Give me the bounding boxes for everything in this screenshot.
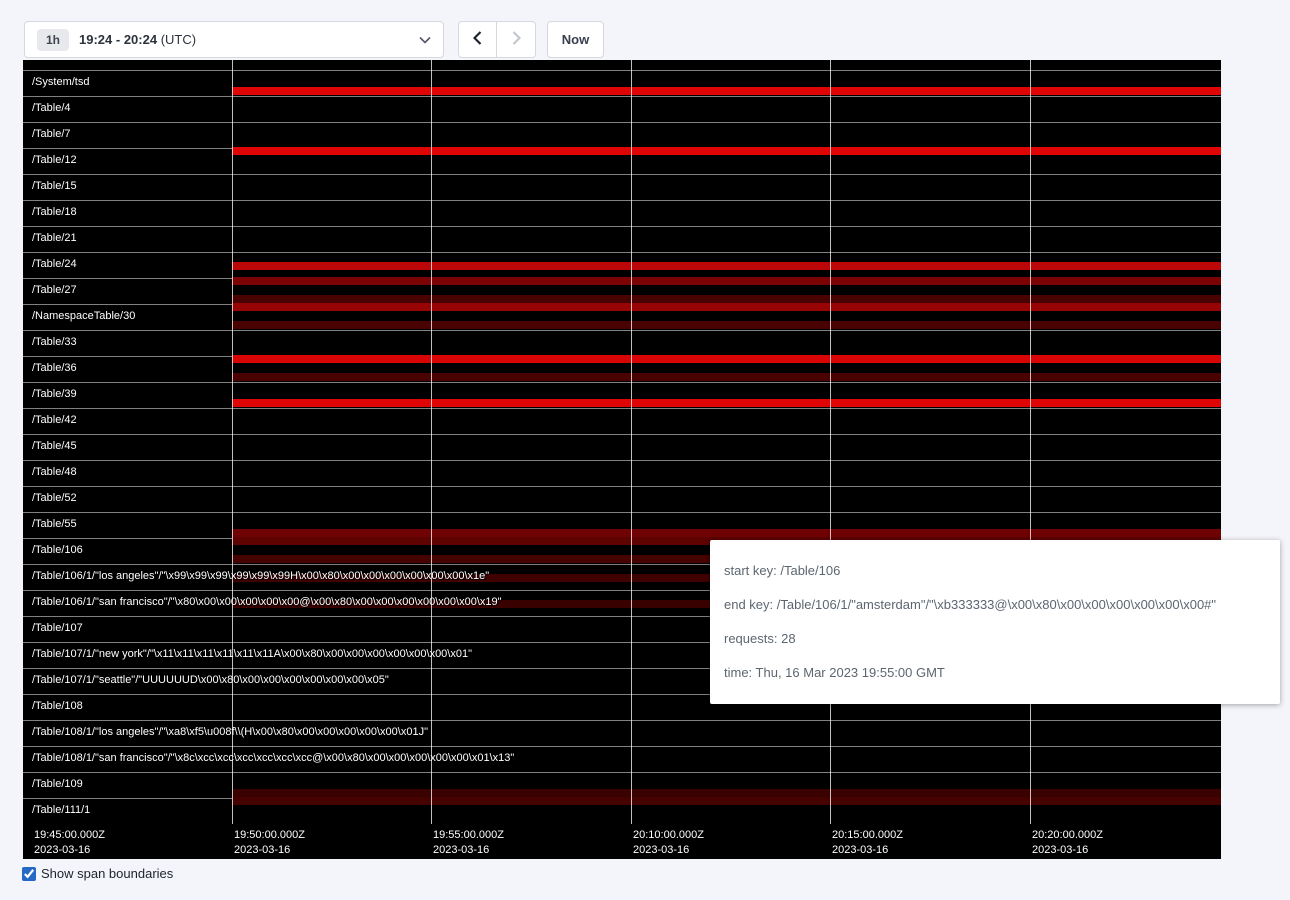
heatmap-row-label: /Table/111/1 <box>32 804 90 816</box>
range-duration-badge: 1h <box>37 29 69 51</box>
heatmap-row[interactable]: /Table/109 <box>23 772 1221 798</box>
time-gridline <box>232 60 233 824</box>
heatmap-row[interactable]: /Table/7 <box>23 122 1221 148</box>
hot-span-band[interactable] <box>232 321 1221 329</box>
heatmap-row-label: /Table/39 <box>32 388 77 400</box>
heatmap-row[interactable]: /Table/36 <box>23 356 1221 382</box>
heatmap-row-label: /Table/15 <box>32 180 77 192</box>
chevron-down-icon <box>419 36 431 44</box>
heatmap-row[interactable]: /Table/21 <box>23 226 1221 252</box>
time-gridline <box>631 60 632 824</box>
heatmap-row-label: /Table/108/1/"los angeles"/"\xa8\xf5\u00… <box>32 726 428 738</box>
heatmap-row-label: /Table/27 <box>32 284 77 296</box>
time-gridline <box>431 60 432 824</box>
toolbar: 1h 19:24 - 20:24 (UTC) Now <box>24 21 604 58</box>
time-gridline <box>1030 60 1031 824</box>
span-tooltip: start key: /Table/106 end key: /Table/106… <box>710 540 1280 704</box>
show-span-boundaries[interactable]: Show span boundaries <box>22 866 173 881</box>
heatmap-row[interactable]: /NamespaceTable/30 <box>23 304 1221 330</box>
heatmap-row-label: /Table/24 <box>32 258 77 270</box>
now-button[interactable]: Now <box>547 21 604 58</box>
heatmap-row-label: /Table/21 <box>32 232 77 244</box>
hot-span-band[interactable] <box>232 147 1221 155</box>
hot-span-band[interactable] <box>232 277 1221 285</box>
hot-span-band[interactable] <box>232 789 1221 797</box>
prev-range-button[interactable] <box>458 21 497 58</box>
heatmap-row[interactable]: /Table/45 <box>23 434 1221 460</box>
x-axis-tick: 20:10:00.000Z2023-03-16 <box>633 828 704 858</box>
tooltip-line: time: Thu, 16 Mar 2023 19:55:00 GMT <box>724 662 1266 684</box>
hot-span-band[interactable] <box>232 373 1221 381</box>
heatmap-row-label: /Table/42 <box>32 414 77 426</box>
heatmap-row[interactable]: /Table/52 <box>23 486 1221 512</box>
tooltip-line: end key: /Table/106/1/"amsterdam"/"\xb33… <box>724 594 1266 616</box>
heatmap-row-label: /Table/55 <box>32 518 77 530</box>
heatmap-row-label: /Table/106 <box>32 544 83 556</box>
heatmap-row-label: /Table/18 <box>32 206 77 218</box>
next-range-button[interactable] <box>497 21 536 58</box>
heatmap-row-label: /NamespaceTable/30 <box>32 310 135 322</box>
x-axis-tick: 20:20:00.000Z2023-03-16 <box>1032 828 1103 858</box>
hot-span-band[interactable] <box>232 87 1221 95</box>
heatmap-row[interactable]: /Table/33 <box>23 330 1221 356</box>
heatmap-row-label: /Table/7 <box>32 128 71 140</box>
heatmap-row[interactable]: /Table/24 <box>23 252 1221 278</box>
heatmap-row-label: /Table/33 <box>32 336 77 348</box>
heatmap-row-label: /Table/45 <box>32 440 77 452</box>
heatmap-row[interactable]: /Table/4 <box>23 96 1221 122</box>
heatmap-row[interactable]: /Table/15 <box>23 174 1221 200</box>
hot-span-band[interactable] <box>232 399 1221 407</box>
heatmap-row-label: /Table/107/1/"seattle"/"UUUUUUD\x00\x80\… <box>32 674 389 686</box>
heatmap-row[interactable]: /Table/108/1/"los angeles"/"\xa8\xf5\u00… <box>23 720 1221 746</box>
heatmap-plot: /System/tsd/Table/4/Table/7/Table/12/Tab… <box>23 70 1221 824</box>
show-span-boundaries-checkbox[interactable] <box>22 867 36 881</box>
time-range-selector[interactable]: 1h 19:24 - 20:24 (UTC) <box>24 21 444 58</box>
range-timezone: (UTC) <box>161 32 196 47</box>
heatmap-row[interactable]: /Table/18 <box>23 200 1221 226</box>
heatmap-row[interactable]: /Table/39 <box>23 382 1221 408</box>
heatmap-row[interactable]: /Table/42 <box>23 408 1221 434</box>
heatmap-row-label: /Table/108 <box>32 700 83 712</box>
x-axis-tick: 19:50:00.000Z2023-03-16 <box>234 828 305 858</box>
x-axis-tick: 19:45:00.000Z2023-03-16 <box>34 828 105 858</box>
heatmap-row[interactable]: /Table/108/1/"san francisco"/"\x8c\xcc\x… <box>23 746 1221 772</box>
heatmap-row[interactable]: /System/tsd <box>23 70 1221 96</box>
heatmap-row-label: /System/tsd <box>32 76 89 88</box>
range-value: 19:24 - 20:24 <box>79 32 157 47</box>
heatmap-row[interactable]: /Table/55 <box>23 512 1221 538</box>
heatmap-row[interactable]: /Table/27 <box>23 278 1221 304</box>
heatmap-row-label: /Table/48 <box>32 466 77 478</box>
x-axis-tick: 19:55:00.000Z2023-03-16 <box>433 828 504 858</box>
hot-span-band[interactable] <box>232 262 1221 270</box>
heatmap-row[interactable]: /Table/12 <box>23 148 1221 174</box>
chevron-left-icon <box>473 31 482 48</box>
hot-span-band[interactable] <box>232 797 1221 805</box>
heatmap-row-label: /Table/36 <box>32 362 77 374</box>
heatmap-row-label: /Table/12 <box>32 154 77 166</box>
heatmap-row-label: /Table/52 <box>32 492 77 504</box>
checkbox-label: Show span boundaries <box>41 866 173 881</box>
chevron-right-icon <box>512 31 521 48</box>
heatmap-row[interactable]: /Table/48 <box>23 460 1221 486</box>
hot-span-band[interactable] <box>232 303 1221 311</box>
heatmap-row[interactable]: /Table/111/1 <box>23 798 1221 824</box>
key-visualizer-canvas[interactable]: /System/tsd/Table/4/Table/7/Table/12/Tab… <box>23 60 1221 859</box>
heatmap-row-label: /Table/107 <box>32 622 83 634</box>
hot-span-band[interactable] <box>232 355 1221 363</box>
heatmap-row-label: /Table/108/1/"san francisco"/"\x8c\xcc\x… <box>32 752 514 764</box>
heatmap-row-label: /Table/106/1/"los angeles"/"\x99\x99\x99… <box>32 570 489 582</box>
hot-span-band[interactable] <box>232 529 1221 537</box>
heatmap-row-label: /Table/107/1/"new york"/"\x11\x11\x11\x1… <box>32 648 472 660</box>
heatmap-row-label: /Table/109 <box>32 778 83 790</box>
hot-span-band[interactable] <box>232 295 1221 303</box>
range-text: 19:24 - 20:24 (UTC) <box>79 32 196 47</box>
tooltip-line: requests: 28 <box>724 628 1266 650</box>
x-axis-tick: 20:15:00.000Z2023-03-16 <box>832 828 903 858</box>
x-axis: 19:45:00.000Z2023-03-16 19:50:00.000Z2023… <box>23 826 1221 859</box>
time-gridline <box>830 60 831 824</box>
heatmap-row-label: /Table/4 <box>32 102 71 114</box>
tooltip-line: start key: /Table/106 <box>724 560 1266 582</box>
range-nav-group <box>458 21 536 58</box>
